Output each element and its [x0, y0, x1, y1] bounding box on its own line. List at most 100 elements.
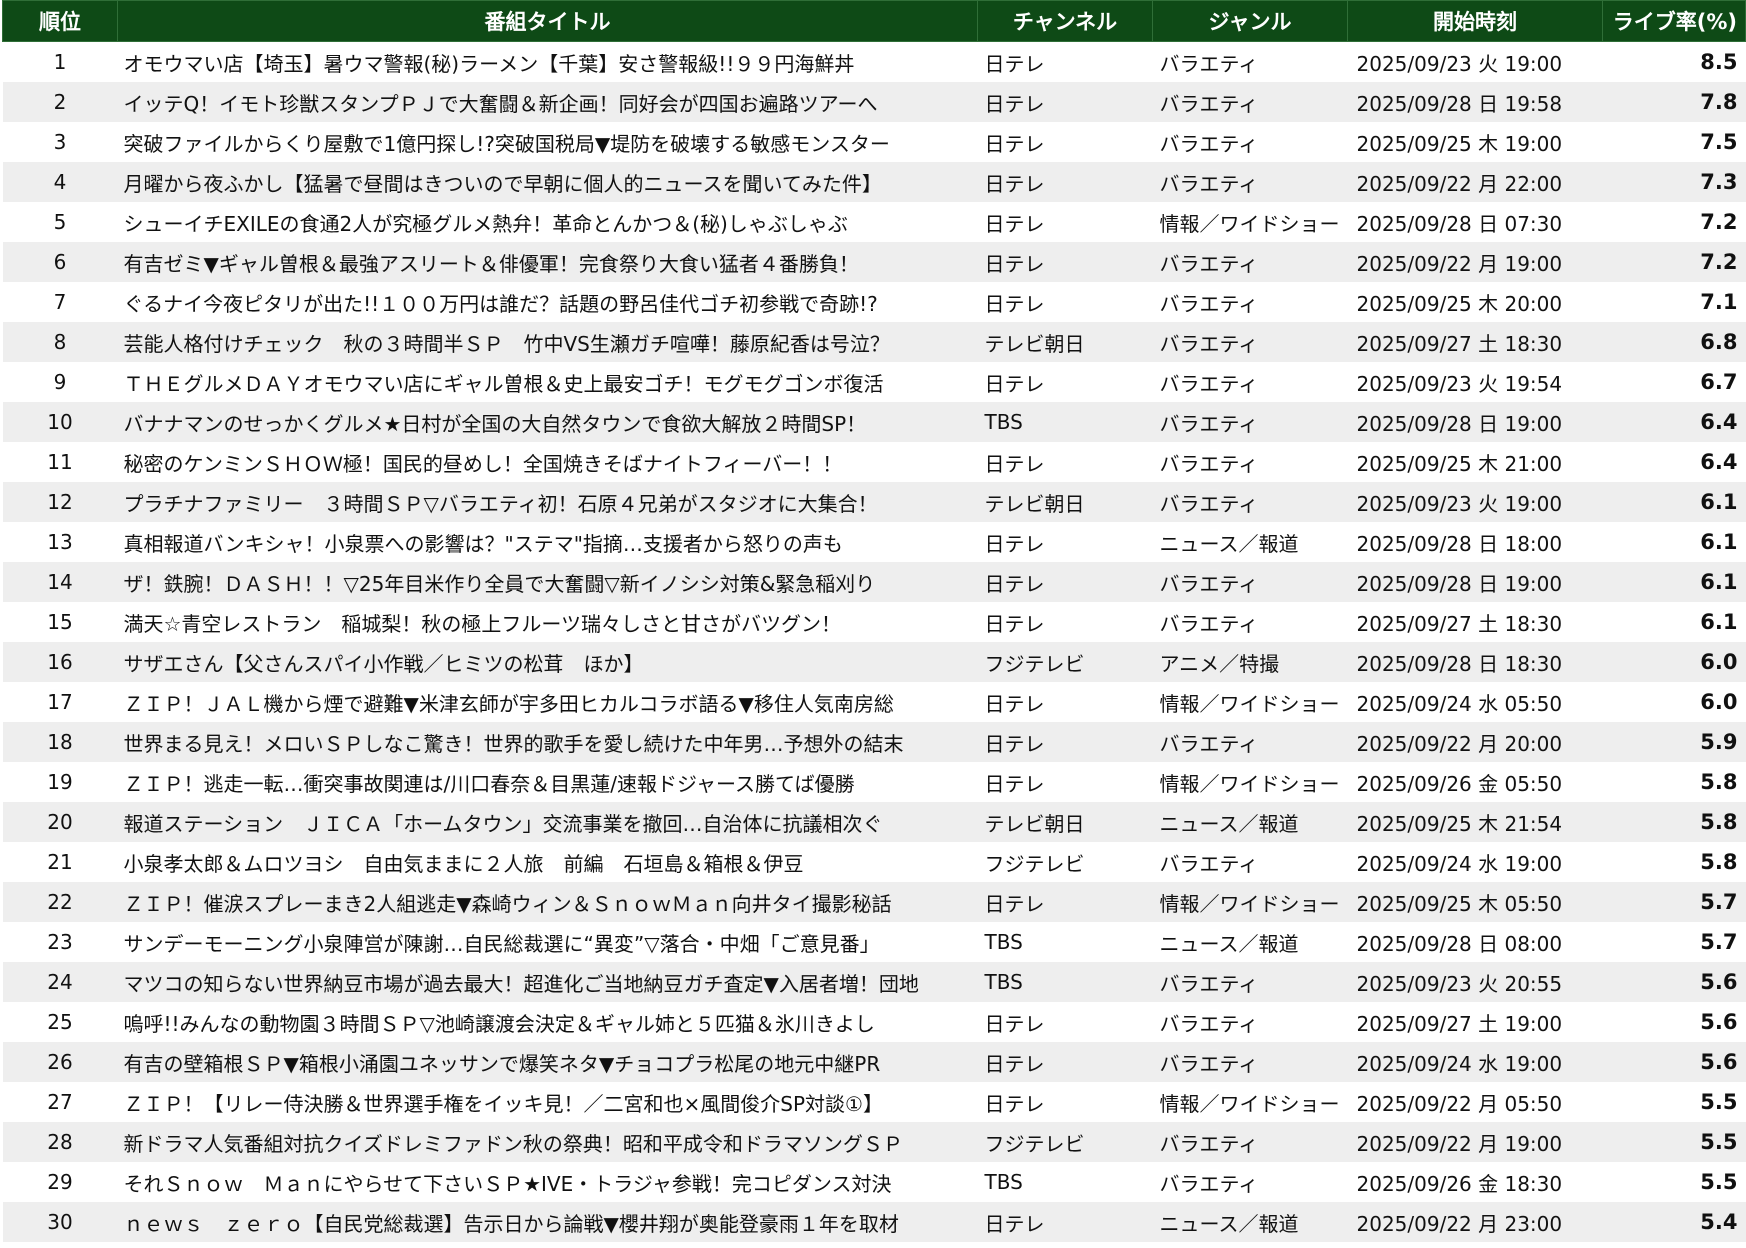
live-rate-cell: 6.0 [1602, 682, 1746, 722]
genre-cell: バラエティ [1152, 722, 1348, 762]
start-time-cell: 2025/09/22 月 22:00 [1347, 162, 1603, 202]
channel-cell: 日テレ [977, 41, 1153, 82]
table-row: 17 ＺＩＰ！ＪＡＬ機から煙で避難▼米津玄師が宇多田ヒカルコラボ語る▼移住人気南房… [2, 682, 1746, 722]
program-title-cell: 小泉孝太郎＆ムロツヨシ 自由気ままに２人旅 前編 石垣島＆箱根＆伊豆 [117, 842, 978, 882]
program-title-cell: 新ドラマ人気番組対抗クイズドレミファドン秋の祭典！昭和平成令和ドラマソングＳＰ [117, 1122, 978, 1162]
program-title-cell: 嗚呼!!みんなの動物園３時間ＳＰ▽池崎譲渡会決定＆ギャル姉と５匹猫＆氷川きよし [117, 1002, 978, 1042]
live-rate-cell: 5.7 [1602, 882, 1746, 922]
start-time-cell: 2025/09/28 日 18:30 [1347, 642, 1603, 682]
program-title-cell: ＺＩＰ！【リレー侍決勝＆世界選手権をイッキ見！／二宮和也×風間俊介SP対談①】 [117, 1082, 978, 1122]
program-title-cell: ｎｅｗｓ ｚｅｒｏ【自民党総裁選】告示日から論戦▼櫻井翔が奥能登豪雨１年を取材 [117, 1202, 978, 1242]
rank-cell: 29 [2, 1162, 118, 1202]
rank-cell: 13 [2, 522, 118, 562]
rank-column-header: 順位 [2, 0, 118, 42]
ranking-table: 順位 番組タイトル チャンネル ジャンル 開始時刻 ライブ率(%) 1 オモウマい… [2, 0, 1746, 1242]
program-title-cell: プラチナファミリー ３時間ＳＰ▽バラエティ初！石原４兄弟がスタジオに大集合！ [117, 482, 978, 522]
table-row: 22 ＺＩＰ！催涙スプレーまき2人組逃走▼森崎ウィン＆ＳｎｏｗＭａｎ向井タイ撮影秘… [2, 882, 1746, 922]
program-title-cell: オモウマい店【埼玉】暑ウマ警報(秘)ラーメン【千葉】安さ警報級!!９９円海鮮丼 [117, 41, 978, 82]
start-time-cell: 2025/09/25 木 19:00 [1347, 122, 1603, 162]
genre-cell: 情報／ワイドショー [1152, 1082, 1348, 1122]
genre-cell: バラエティ [1152, 122, 1348, 162]
genre-cell: バラエティ [1152, 482, 1348, 522]
start-time-cell: 2025/09/24 水 05:50 [1347, 682, 1603, 722]
program-title-cell: 満天☆青空レストラン 稲城梨！秋の極上フルーツ瑞々しさと甘さがバツグン！ [117, 602, 978, 642]
start-time-cell: 2025/09/22 月 23:00 [1347, 1202, 1603, 1242]
rank-cell: 23 [2, 922, 118, 962]
rank-cell: 5 [2, 202, 118, 242]
live-rate-cell: 6.4 [1602, 442, 1746, 482]
genre-cell: バラエティ [1152, 322, 1348, 362]
channel-cell: TBS [977, 402, 1153, 442]
channel-cell: 日テレ [977, 882, 1153, 922]
rank-cell: 10 [2, 402, 118, 442]
rank-cell: 7 [2, 282, 118, 322]
program-title-cell: 有吉ゼミ▼ギャル曽根＆最強アスリート＆俳優軍！完食祭り大食い猛者４番勝負！ [117, 242, 978, 282]
rank-cell: 28 [2, 1122, 118, 1162]
rank-cell: 25 [2, 1002, 118, 1042]
genre-cell: バラエティ [1152, 1122, 1348, 1162]
channel-column-header: チャンネル [977, 0, 1153, 42]
channel-cell: TBS [977, 922, 1153, 962]
table-body: 1 オモウマい店【埼玉】暑ウマ警報(秘)ラーメン【千葉】安さ警報級!!９９円海鮮丼… [2, 41, 1746, 1242]
program-title-cell: ＺＩＰ！ＪＡＬ機から煙で避難▼米津玄師が宇多田ヒカルコラボ語る▼移住人気南房総 [117, 682, 978, 722]
header-row: 順位 番組タイトル チャンネル ジャンル 開始時刻 ライブ率(%) [2, 0, 1746, 42]
live-rate-cell: 6.1 [1602, 522, 1746, 562]
rank-cell: 21 [2, 842, 118, 882]
table-row: 16 サザエさん【父さんスパイ小作戦／ヒミツの松茸 ほか】 フジテレビ アニメ／特撮 2… [2, 642, 1746, 682]
rank-cell: 8 [2, 322, 118, 362]
title-column-header: 番組タイトル [117, 0, 978, 42]
rank-cell: 11 [2, 442, 118, 482]
start-time-cell: 2025/09/26 金 05:50 [1347, 762, 1603, 802]
channel-cell: 日テレ [977, 602, 1153, 642]
program-title-cell: 月曜から夜ふかし【猛暑で昼間はきついので早朝に個人的ニュースを聞いてみた件】 [117, 162, 978, 202]
start-time-cell: 2025/09/27 土 19:00 [1347, 1002, 1603, 1042]
start-time-cell: 2025/09/27 土 18:30 [1347, 602, 1603, 642]
program-title-cell: 突破ファイルからくり屋敷で1億円探し!?突破国税局▼堤防を破壊する敏感モンスター [117, 122, 978, 162]
program-title-cell: 有吉の壁箱根ＳＰ▼箱根小涌園ユネッサンで爆笑ネタ▼チョコプラ松尾の地元中継PR [117, 1042, 978, 1082]
start-time-cell: 2025/09/23 火 19:00 [1347, 482, 1603, 522]
live-rate-cell: 5.8 [1602, 802, 1746, 842]
genre-cell: バラエティ [1152, 1002, 1348, 1042]
genre-cell: バラエティ [1152, 562, 1348, 602]
rank-cell: 3 [2, 122, 118, 162]
live-rate-column-header: ライブ率(%) [1602, 0, 1746, 42]
rank-cell: 9 [2, 362, 118, 402]
program-title-cell: 報道ステーション ＪＩＣＡ「ホームタウン」交流事業を撤回…自治体に抗議相次ぐ [117, 802, 978, 842]
start-time-cell: 2025/09/26 金 18:30 [1347, 1162, 1603, 1202]
genre-cell: バラエティ [1152, 362, 1348, 402]
genre-cell: ニュース／報道 [1152, 922, 1348, 962]
channel-cell: テレビ朝日 [977, 802, 1153, 842]
channel-cell: テレビ朝日 [977, 322, 1153, 362]
genre-cell: ニュース／報道 [1152, 802, 1348, 842]
table-row: 4 月曜から夜ふかし【猛暑で昼間はきついので早朝に個人的ニュースを聞いてみた件】日… [2, 162, 1746, 202]
start-time-cell: 2025/09/25 木 05:50 [1347, 882, 1603, 922]
program-title-cell: ＴＨＥグルメＤＡＹオモウマい店にギャル曽根＆史上最安ゴチ！モグモグゴンボ復活 [117, 362, 978, 402]
program-title-cell: バナナマンのせっかくグルメ★日村が全国の大自然タウンで食欲大解放２時間SP！ [117, 402, 978, 442]
genre-cell: バラエティ [1152, 842, 1348, 882]
live-rate-cell: 5.5 [1602, 1162, 1746, 1202]
genre-cell: ニュース／報道 [1152, 522, 1348, 562]
live-rate-cell: 5.6 [1602, 962, 1746, 1002]
channel-cell: 日テレ [977, 722, 1153, 762]
program-title-cell: 芸能人格付けチェック 秋の３時間半ＳＰ 竹中VS生瀬ガチ喧嘩！藤原紀香は号泣？ [117, 322, 978, 362]
program-title-cell: ザ！鉄腕！ＤＡＳＨ！！▽25年目米作り全員で大奮闘▽新イノシシ対策&緊急稲刈り [117, 562, 978, 602]
table-row: 27 ＺＩＰ！【リレー侍決勝＆世界選手権をイッキ見！／二宮和也×風間俊介SP対談①… [2, 1082, 1746, 1122]
program-title-cell: ＺＩＰ！逃走一転…衝突事故関連は/川口春奈＆目黒蓮/速報ドジャース勝てば優勝 [117, 762, 978, 802]
channel-cell: 日テレ [977, 522, 1153, 562]
start-time-cell: 2025/09/22 月 19:00 [1347, 1122, 1603, 1162]
genre-cell: バラエティ [1152, 41, 1348, 82]
channel-cell: 日テレ [977, 242, 1153, 282]
start-time-cell: 2025/09/25 木 20:00 [1347, 282, 1603, 322]
live-rate-cell: 5.5 [1602, 1082, 1746, 1122]
channel-cell: フジテレビ [977, 842, 1153, 882]
table-row: 20 報道ステーション ＪＩＣＡ「ホームタウン」交流事業を撤回…自治体に抗議相次ぐ… [2, 802, 1746, 842]
rank-cell: 12 [2, 482, 118, 522]
live-rate-cell: 7.3 [1602, 162, 1746, 202]
genre-cell: ニュース／報道 [1152, 1202, 1348, 1242]
channel-cell: 日テレ [977, 1082, 1153, 1122]
live-rate-cell: 5.5 [1602, 1122, 1746, 1162]
start-time-cell: 2025/09/23 火 19:54 [1347, 362, 1603, 402]
start-time-cell: 2025/09/28 日 18:00 [1347, 522, 1603, 562]
table-row: 26 有吉の壁箱根ＳＰ▼箱根小涌園ユネッサンで爆笑ネタ▼チョコプラ松尾の地元中継P… [2, 1042, 1746, 1082]
live-rate-cell: 5.9 [1602, 722, 1746, 762]
